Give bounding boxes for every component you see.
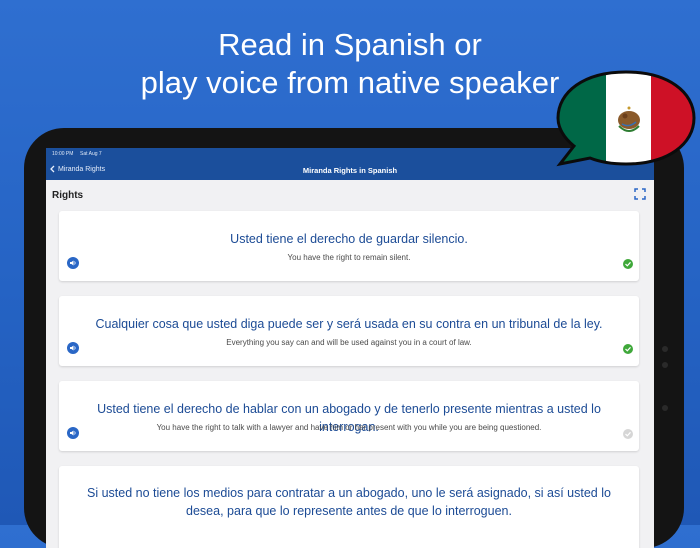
expand-icon[interactable] [634, 188, 646, 200]
app-screen: 10:00 PM Sat Aug 7 Miranda Rights Mirand… [46, 148, 654, 548]
right-card-3[interactable]: Usted tiene el derecho de hablar con un … [59, 381, 639, 451]
spanish-text: Si usted no tiene los medios para contra… [87, 486, 611, 518]
section-title: Rights [52, 190, 84, 201]
right-card-1[interactable]: Usted tiene el derecho de guardar silenc… [59, 211, 639, 281]
checkmark-icon[interactable] [623, 429, 633, 439]
mexico-flag-icon [556, 70, 696, 167]
device-button [662, 346, 668, 352]
speaker-icon [70, 345, 76, 351]
checkmark-icon[interactable] [623, 344, 633, 354]
status-date: Sat Aug 7 [80, 151, 102, 157]
play-audio-button[interactable] [67, 342, 79, 354]
speaker-icon [70, 260, 76, 266]
right-card-2[interactable]: Cualquier cosa que usted diga puede ser … [59, 296, 639, 366]
english-text: You have the right to remain silent. [287, 253, 411, 262]
english-text: You have the right to talk with a lawyer… [156, 423, 542, 432]
play-audio-button[interactable] [67, 427, 79, 439]
spanish-text: Usted tiene el derecho de guardar silenc… [230, 232, 468, 246]
english-text: Everything you say can and will be used … [226, 338, 472, 347]
speaker-icon [70, 430, 76, 436]
device-button [662, 405, 668, 411]
status-time: 10:00 PM [52, 151, 74, 157]
right-card-4[interactable]: Si usted no tiene los medios para contra… [59, 466, 639, 548]
device-button [662, 362, 668, 368]
checkmark-icon[interactable] [623, 259, 633, 269]
spanish-text: Cualquier cosa que usted diga puede ser … [95, 317, 603, 331]
headline-line-1: Read in Spanish or [218, 27, 482, 62]
play-audio-button[interactable] [67, 257, 79, 269]
